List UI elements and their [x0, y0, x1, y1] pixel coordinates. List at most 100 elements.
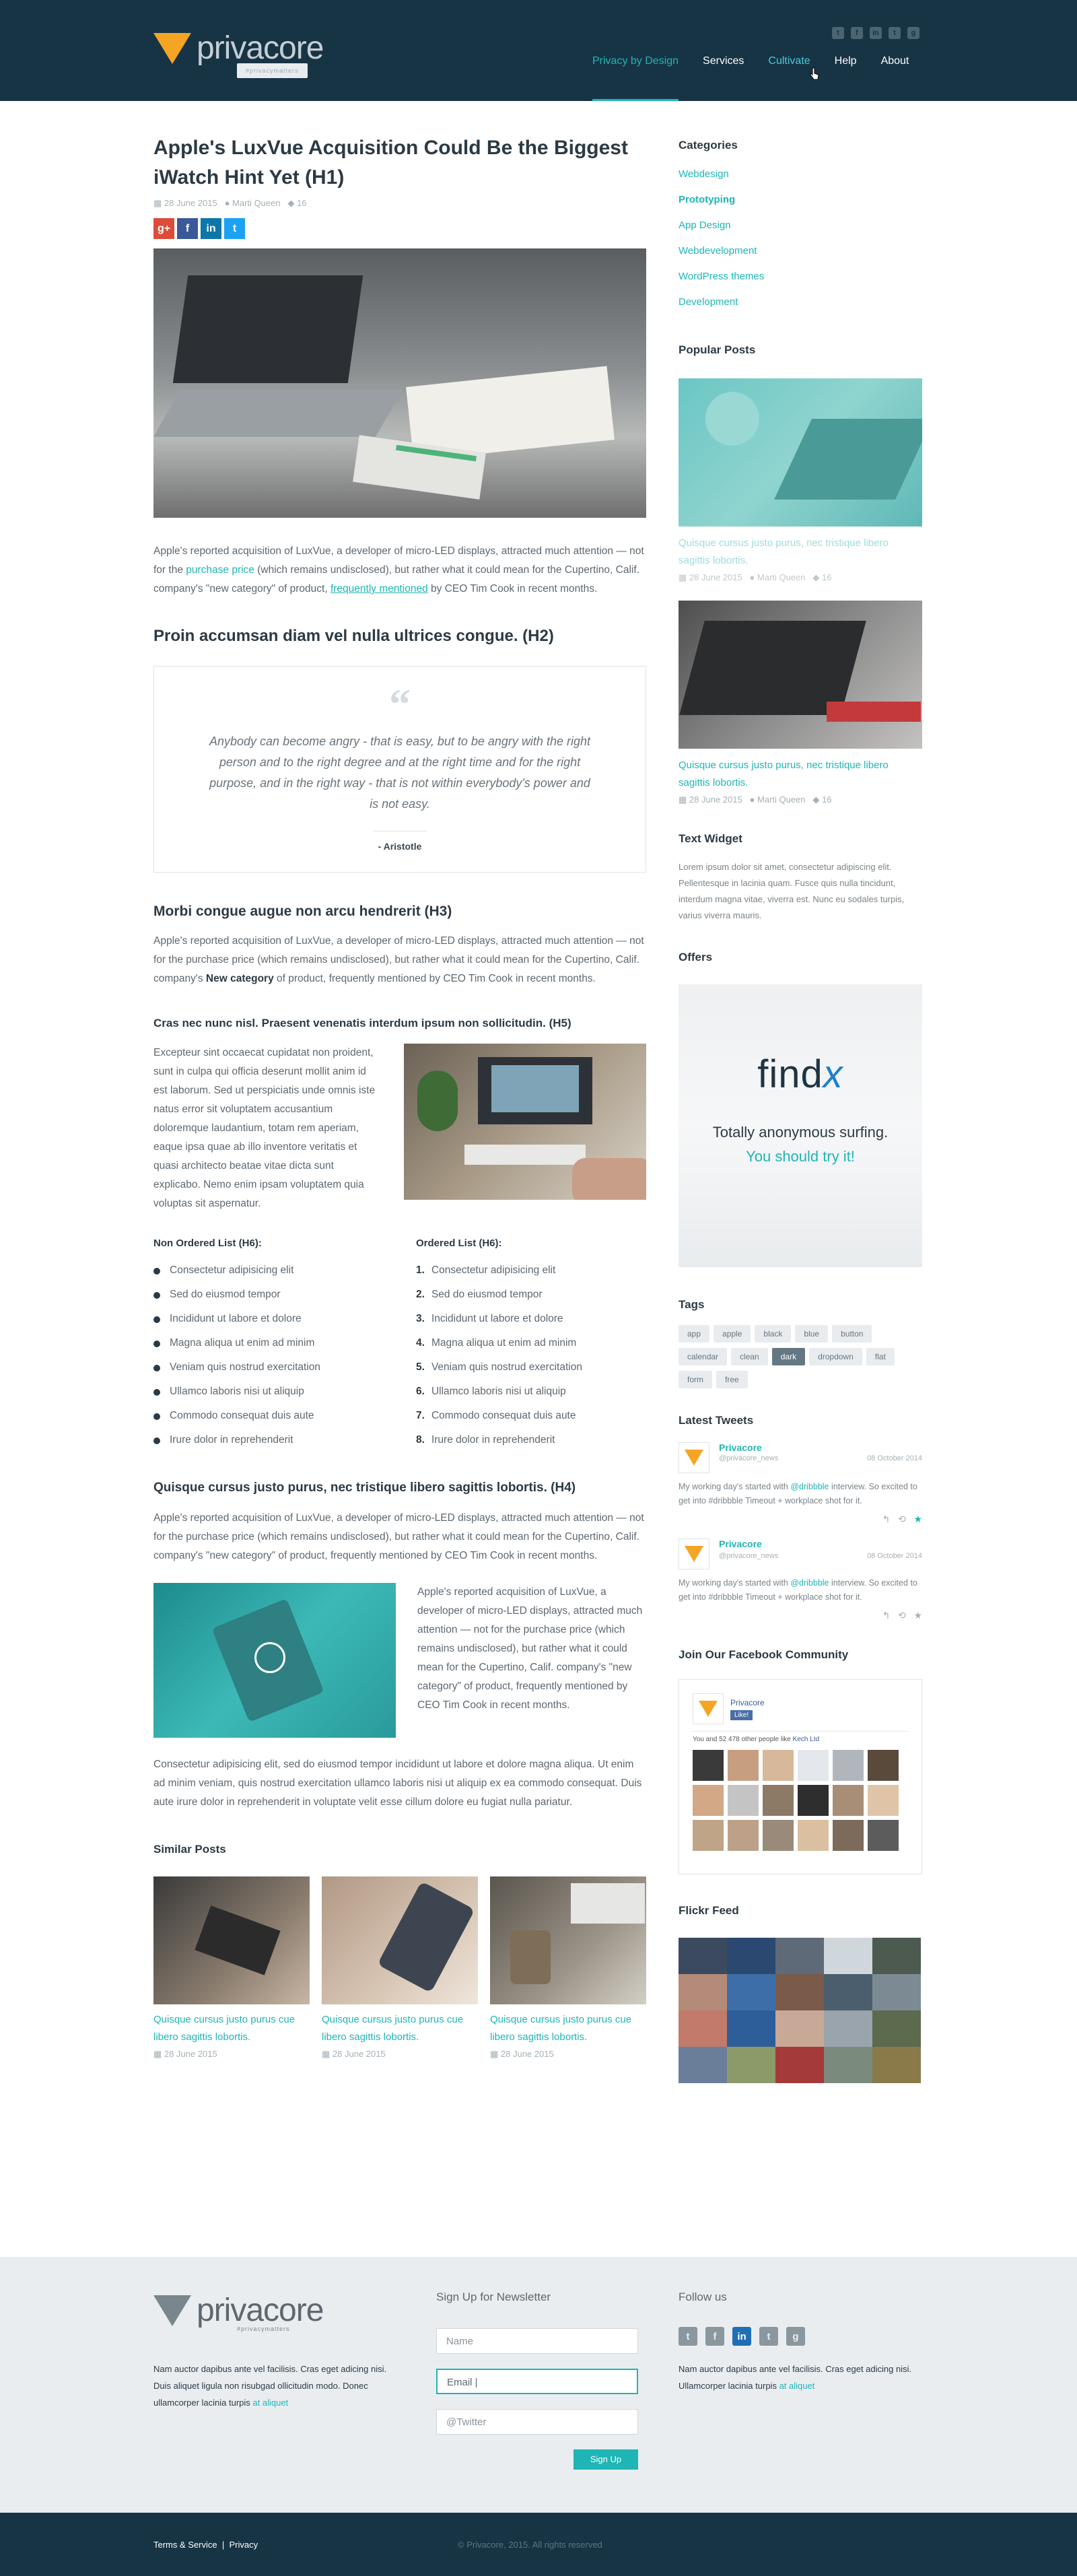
favorite-icon[interactable]: ★: [913, 1514, 922, 1524]
twitter-icon[interactable]: t: [679, 2327, 697, 2346]
tweet-handle[interactable]: @privacore_news: [719, 1454, 778, 1462]
article-comments[interactable]: 16: [297, 198, 306, 208]
similar-post[interactable]: Quisque cursus justo purus cue libero sa…: [490, 1876, 646, 2060]
flickr-photo[interactable]: [775, 2010, 824, 2047]
twitter-input[interactable]: @Twitter: [436, 2409, 638, 2435]
tumblr-icon[interactable]: t: [759, 2327, 778, 2346]
purchase-price-link[interactable]: purchase price: [186, 564, 254, 576]
similar-post-image[interactable]: [322, 1876, 478, 2004]
fan-avatar[interactable]: [693, 1750, 724, 1781]
popular-post-title[interactable]: Quisque cursus justo purus, nec tristiqu…: [679, 535, 922, 570]
facebook-icon[interactable]: f: [177, 218, 198, 239]
similar-post-image[interactable]: [153, 1876, 310, 2004]
facebook-page-name[interactable]: Privacore: [730, 1698, 765, 1707]
fan-avatar[interactable]: [763, 1785, 794, 1816]
similar-post-image[interactable]: [490, 1876, 646, 2004]
fan-avatar[interactable]: [833, 1785, 864, 1816]
tag[interactable]: clean: [731, 1348, 768, 1365]
reply-icon[interactable]: ↰: [882, 1514, 891, 1524]
tag[interactable]: free: [716, 1371, 748, 1388]
flickr-photo[interactable]: [872, 2047, 921, 2083]
tweet-name[interactable]: Privacore: [719, 1442, 762, 1453]
fan-avatar[interactable]: [798, 1785, 829, 1816]
fan-avatar[interactable]: [868, 1820, 899, 1851]
popular-post-image[interactable]: [679, 601, 922, 749]
flickr-photo[interactable]: [824, 2010, 872, 2047]
tag[interactable]: flat: [866, 1348, 895, 1365]
flickr-photo[interactable]: [679, 1974, 727, 2010]
popular-post-image[interactable]: [679, 378, 922, 527]
reply-icon[interactable]: ↰: [882, 1610, 891, 1621]
tweet-handle[interactable]: @privacore_news: [719, 1552, 778, 1560]
category-webdevelopment[interactable]: Webdevelopment: [679, 238, 922, 264]
tag[interactable]: dark: [771, 1348, 806, 1365]
retweet-icon[interactable]: ⟲: [898, 1514, 906, 1524]
github-icon[interactable]: g: [907, 27, 919, 39]
similar-post[interactable]: Quisque cursus justo purus cue libero sa…: [322, 1876, 478, 2060]
flickr-photo[interactable]: [872, 2010, 921, 2047]
terms-link[interactable]: Terms & Service: [153, 2540, 217, 2550]
fan-avatar[interactable]: [728, 1820, 759, 1851]
category-wordpress-themes[interactable]: WordPress themes: [679, 264, 922, 290]
linkedin-icon[interactable]: in: [201, 218, 221, 239]
footer-logo[interactable]: privacore #privacymatters: [153, 2295, 324, 2332]
flickr-photo[interactable]: [679, 2047, 727, 2083]
flickr-photo[interactable]: [872, 1974, 921, 2010]
flickr-photo[interactable]: [679, 2010, 727, 2047]
google-plus-icon[interactable]: g+: [153, 218, 174, 239]
fan-avatar[interactable]: [798, 1820, 829, 1851]
nav-help[interactable]: Help: [835, 55, 857, 101]
flickr-photo[interactable]: [727, 1974, 775, 2010]
linkedin-icon[interactable]: in: [732, 2327, 751, 2346]
flickr-photo[interactable]: [727, 2047, 775, 2083]
tweet-name[interactable]: Privacore: [719, 1538, 762, 1549]
tag[interactable]: black: [755, 1325, 792, 1343]
similar-post-title[interactable]: Quisque cursus justo purus cue libero sa…: [490, 2011, 646, 2046]
teal-tablet-image[interactable]: [153, 1583, 396, 1738]
fan-avatar[interactable]: [763, 1750, 794, 1781]
category-webdesign[interactable]: Webdesign: [679, 162, 922, 187]
zoom-icon[interactable]: [254, 1642, 285, 1673]
similar-post[interactable]: Quisque cursus justo purus cue libero sa…: [153, 1876, 310, 2060]
fan-avatar[interactable]: [693, 1820, 724, 1851]
category-app-design[interactable]: App Design: [679, 213, 922, 238]
fan-avatar[interactable]: [868, 1785, 899, 1816]
fan-avatar[interactable]: [833, 1820, 864, 1851]
logo[interactable]: privacore #privacymatters: [153, 32, 324, 78]
similar-post-title[interactable]: Quisque cursus justo purus cue libero sa…: [153, 2011, 310, 2046]
linkedin-icon[interactable]: in: [870, 27, 882, 39]
article-author[interactable]: Marti Queen: [232, 198, 281, 208]
frequently-mentioned-link[interactable]: frequently mentioned: [331, 583, 428, 595]
fan-avatar[interactable]: [728, 1785, 759, 1816]
retweet-icon[interactable]: ⟲: [898, 1610, 906, 1621]
fan-avatar[interactable]: [798, 1750, 829, 1781]
tag[interactable]: form: [679, 1371, 712, 1388]
category-prototyping[interactable]: Prototyping: [679, 187, 922, 213]
flickr-photo[interactable]: [775, 1974, 824, 2010]
tag[interactable]: calendar: [679, 1348, 728, 1365]
footer-about-link[interactable]: at aliquet: [252, 2398, 288, 2408]
tumblr-icon[interactable]: t: [889, 27, 901, 39]
fan-avatar[interactable]: [763, 1820, 794, 1851]
facebook-icon[interactable]: f: [705, 2327, 724, 2346]
privacy-link[interactable]: Privacy: [229, 2540, 258, 2550]
flickr-photo[interactable]: [824, 2047, 872, 2083]
tag[interactable]: button: [832, 1325, 872, 1343]
fan-avatar[interactable]: [868, 1750, 899, 1781]
tag[interactable]: apple: [714, 1325, 751, 1343]
nav-cultivate[interactable]: Cultivate: [768, 55, 810, 101]
flickr-photo[interactable]: [727, 1938, 775, 1974]
nav-services[interactable]: Services: [703, 55, 744, 101]
twitter-icon[interactable]: t: [224, 218, 245, 239]
email-input[interactable]: Email |: [436, 2369, 638, 2394]
twitter-icon[interactable]: t: [832, 27, 844, 39]
facebook-like-button[interactable]: Like!: [730, 1709, 753, 1720]
offer-banner[interactable]: findx Totally anonymous surfing. You sho…: [679, 984, 922, 1267]
flickr-photo[interactable]: [775, 1938, 824, 1974]
name-input[interactable]: Name: [436, 2328, 638, 2354]
fan-avatar[interactable]: [693, 1785, 724, 1816]
popular-post-title[interactable]: Quisque cursus justo purus, nec tristiqu…: [679, 757, 922, 792]
flickr-photo[interactable]: [824, 1974, 872, 2010]
fan-avatar[interactable]: [728, 1750, 759, 1781]
sign-up-button[interactable]: Sign Up: [574, 2449, 638, 2470]
